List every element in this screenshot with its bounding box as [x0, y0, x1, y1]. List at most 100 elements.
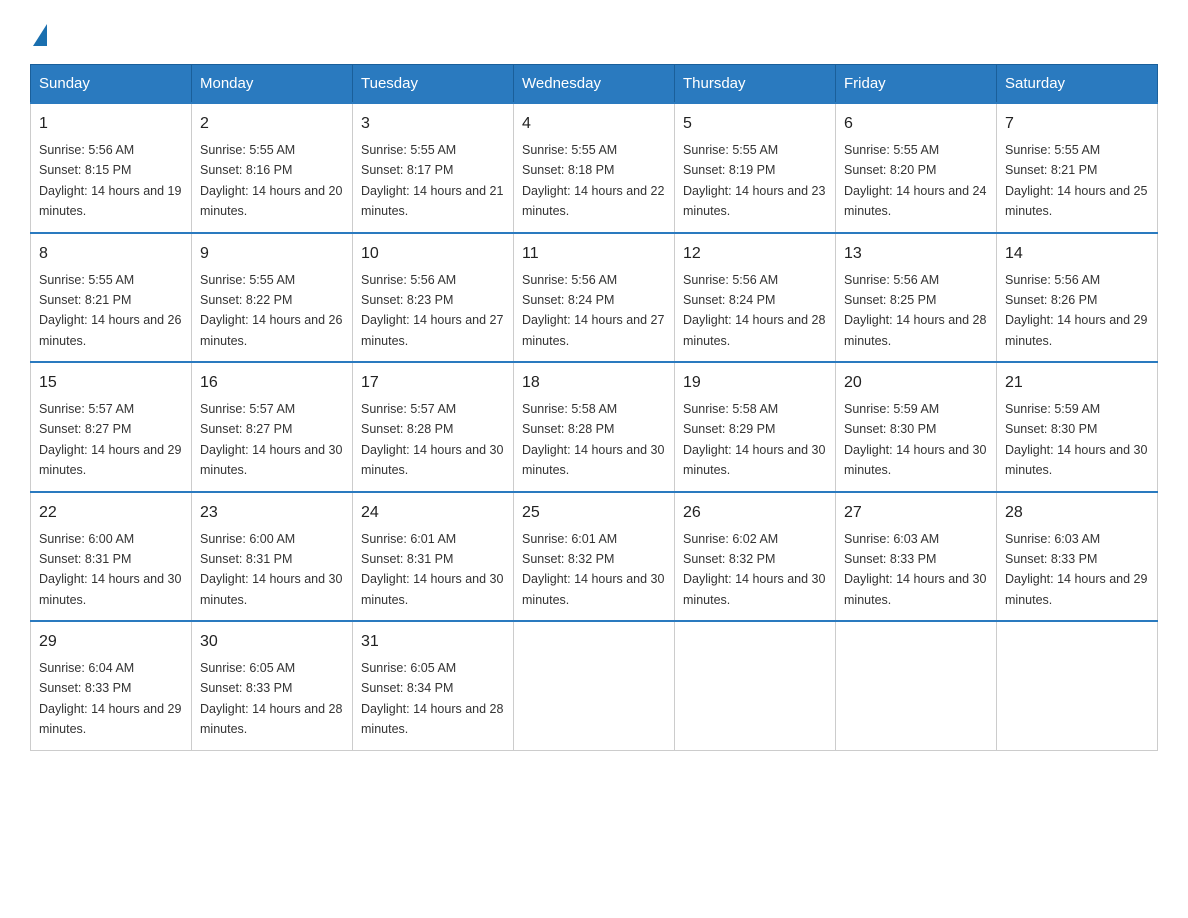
day-info: Sunrise: 5:56 AMSunset: 8:15 PMDaylight:…	[39, 143, 181, 218]
day-info: Sunrise: 5:58 AMSunset: 8:28 PMDaylight:…	[522, 402, 664, 477]
calendar-day: 4 Sunrise: 5:55 AMSunset: 8:18 PMDayligh…	[514, 103, 675, 233]
calendar-day: 29 Sunrise: 6:04 AMSunset: 8:33 PMDaylig…	[31, 621, 192, 750]
calendar-day: 19 Sunrise: 5:58 AMSunset: 8:29 PMDaylig…	[675, 362, 836, 492]
day-number: 31	[361, 630, 505, 654]
day-info: Sunrise: 6:01 AMSunset: 8:31 PMDaylight:…	[361, 532, 503, 607]
day-info: Sunrise: 6:01 AMSunset: 8:32 PMDaylight:…	[522, 532, 664, 607]
calendar-day: 14 Sunrise: 5:56 AMSunset: 8:26 PMDaylig…	[997, 233, 1158, 363]
calendar-day: 24 Sunrise: 6:01 AMSunset: 8:31 PMDaylig…	[353, 492, 514, 622]
day-info: Sunrise: 6:02 AMSunset: 8:32 PMDaylight:…	[683, 532, 825, 607]
calendar-day: 3 Sunrise: 5:55 AMSunset: 8:17 PMDayligh…	[353, 103, 514, 233]
day-number: 25	[522, 501, 666, 525]
day-number: 26	[683, 501, 827, 525]
day-info: Sunrise: 6:05 AMSunset: 8:33 PMDaylight:…	[200, 661, 342, 736]
calendar-week-4: 22 Sunrise: 6:00 AMSunset: 8:31 PMDaylig…	[31, 492, 1158, 622]
day-number: 10	[361, 242, 505, 266]
calendar-day: 18 Sunrise: 5:58 AMSunset: 8:28 PMDaylig…	[514, 362, 675, 492]
header-tuesday: Tuesday	[353, 65, 514, 104]
day-number: 7	[1005, 112, 1149, 136]
calendar-day: 27 Sunrise: 6:03 AMSunset: 8:33 PMDaylig…	[836, 492, 997, 622]
day-number: 17	[361, 371, 505, 395]
calendar-week-1: 1 Sunrise: 5:56 AMSunset: 8:15 PMDayligh…	[31, 103, 1158, 233]
header-friday: Friday	[836, 65, 997, 104]
day-info: Sunrise: 5:55 AMSunset: 8:18 PMDaylight:…	[522, 143, 664, 218]
day-number: 4	[522, 112, 666, 136]
day-number: 22	[39, 501, 183, 525]
calendar-day: 8 Sunrise: 5:55 AMSunset: 8:21 PMDayligh…	[31, 233, 192, 363]
day-number: 24	[361, 501, 505, 525]
day-number: 1	[39, 112, 183, 136]
day-info: Sunrise: 6:00 AMSunset: 8:31 PMDaylight:…	[39, 532, 181, 607]
day-number: 21	[1005, 371, 1149, 395]
calendar-table: SundayMondayTuesdayWednesdayThursdayFrid…	[30, 64, 1158, 751]
header-wednesday: Wednesday	[514, 65, 675, 104]
day-info: Sunrise: 5:55 AMSunset: 8:19 PMDaylight:…	[683, 143, 825, 218]
calendar-week-3: 15 Sunrise: 5:57 AMSunset: 8:27 PMDaylig…	[31, 362, 1158, 492]
calendar-day: 26 Sunrise: 6:02 AMSunset: 8:32 PMDaylig…	[675, 492, 836, 622]
calendar-day: 28 Sunrise: 6:03 AMSunset: 8:33 PMDaylig…	[997, 492, 1158, 622]
day-info: Sunrise: 5:56 AMSunset: 8:23 PMDaylight:…	[361, 273, 503, 348]
day-number: 13	[844, 242, 988, 266]
day-number: 3	[361, 112, 505, 136]
day-info: Sunrise: 6:05 AMSunset: 8:34 PMDaylight:…	[361, 661, 503, 736]
calendar-day: 6 Sunrise: 5:55 AMSunset: 8:20 PMDayligh…	[836, 103, 997, 233]
day-number: 12	[683, 242, 827, 266]
day-info: Sunrise: 5:55 AMSunset: 8:16 PMDaylight:…	[200, 143, 342, 218]
day-number: 23	[200, 501, 344, 525]
day-info: Sunrise: 5:55 AMSunset: 8:20 PMDaylight:…	[844, 143, 986, 218]
day-info: Sunrise: 5:55 AMSunset: 8:21 PMDaylight:…	[1005, 143, 1147, 218]
calendar-day: 15 Sunrise: 5:57 AMSunset: 8:27 PMDaylig…	[31, 362, 192, 492]
day-number: 28	[1005, 501, 1149, 525]
calendar-header-row: SundayMondayTuesdayWednesdayThursdayFrid…	[31, 65, 1158, 104]
day-info: Sunrise: 5:56 AMSunset: 8:26 PMDaylight:…	[1005, 273, 1147, 348]
day-number: 15	[39, 371, 183, 395]
calendar-day: 7 Sunrise: 5:55 AMSunset: 8:21 PMDayligh…	[997, 103, 1158, 233]
calendar-day: 5 Sunrise: 5:55 AMSunset: 8:19 PMDayligh…	[675, 103, 836, 233]
day-info: Sunrise: 5:57 AMSunset: 8:27 PMDaylight:…	[39, 402, 181, 477]
day-info: Sunrise: 6:03 AMSunset: 8:33 PMDaylight:…	[844, 532, 986, 607]
day-info: Sunrise: 5:56 AMSunset: 8:25 PMDaylight:…	[844, 273, 986, 348]
calendar-day	[514, 621, 675, 750]
day-info: Sunrise: 5:58 AMSunset: 8:29 PMDaylight:…	[683, 402, 825, 477]
calendar-day	[675, 621, 836, 750]
day-number: 6	[844, 112, 988, 136]
calendar-day: 22 Sunrise: 6:00 AMSunset: 8:31 PMDaylig…	[31, 492, 192, 622]
calendar-day: 11 Sunrise: 5:56 AMSunset: 8:24 PMDaylig…	[514, 233, 675, 363]
day-number: 19	[683, 371, 827, 395]
day-info: Sunrise: 5:59 AMSunset: 8:30 PMDaylight:…	[1005, 402, 1147, 477]
calendar-day: 16 Sunrise: 5:57 AMSunset: 8:27 PMDaylig…	[192, 362, 353, 492]
day-info: Sunrise: 6:00 AMSunset: 8:31 PMDaylight:…	[200, 532, 342, 607]
day-number: 27	[844, 501, 988, 525]
header-saturday: Saturday	[997, 65, 1158, 104]
calendar-day	[997, 621, 1158, 750]
calendar-day: 25 Sunrise: 6:01 AMSunset: 8:32 PMDaylig…	[514, 492, 675, 622]
calendar-week-2: 8 Sunrise: 5:55 AMSunset: 8:21 PMDayligh…	[31, 233, 1158, 363]
day-number: 18	[522, 371, 666, 395]
day-number: 2	[200, 112, 344, 136]
calendar-day: 2 Sunrise: 5:55 AMSunset: 8:16 PMDayligh…	[192, 103, 353, 233]
day-info: Sunrise: 5:57 AMSunset: 8:28 PMDaylight:…	[361, 402, 503, 477]
day-info: Sunrise: 5:57 AMSunset: 8:27 PMDaylight:…	[200, 402, 342, 477]
calendar-day: 20 Sunrise: 5:59 AMSunset: 8:30 PMDaylig…	[836, 362, 997, 492]
day-number: 16	[200, 371, 344, 395]
day-info: Sunrise: 5:55 AMSunset: 8:22 PMDaylight:…	[200, 273, 342, 348]
calendar-day: 13 Sunrise: 5:56 AMSunset: 8:25 PMDaylig…	[836, 233, 997, 363]
day-info: Sunrise: 6:03 AMSunset: 8:33 PMDaylight:…	[1005, 532, 1147, 607]
calendar-day: 1 Sunrise: 5:56 AMSunset: 8:15 PMDayligh…	[31, 103, 192, 233]
calendar-week-5: 29 Sunrise: 6:04 AMSunset: 8:33 PMDaylig…	[31, 621, 1158, 750]
day-number: 5	[683, 112, 827, 136]
header-monday: Monday	[192, 65, 353, 104]
day-number: 9	[200, 242, 344, 266]
calendar-day: 23 Sunrise: 6:00 AMSunset: 8:31 PMDaylig…	[192, 492, 353, 622]
day-number: 20	[844, 371, 988, 395]
calendar-day: 21 Sunrise: 5:59 AMSunset: 8:30 PMDaylig…	[997, 362, 1158, 492]
calendar-day: 12 Sunrise: 5:56 AMSunset: 8:24 PMDaylig…	[675, 233, 836, 363]
day-info: Sunrise: 5:55 AMSunset: 8:17 PMDaylight:…	[361, 143, 503, 218]
calendar-day: 10 Sunrise: 5:56 AMSunset: 8:23 PMDaylig…	[353, 233, 514, 363]
day-number: 11	[522, 242, 666, 266]
page-header	[30, 20, 1158, 46]
calendar-day: 30 Sunrise: 6:05 AMSunset: 8:33 PMDaylig…	[192, 621, 353, 750]
day-number: 30	[200, 630, 344, 654]
day-info: Sunrise: 6:04 AMSunset: 8:33 PMDaylight:…	[39, 661, 181, 736]
calendar-day	[836, 621, 997, 750]
